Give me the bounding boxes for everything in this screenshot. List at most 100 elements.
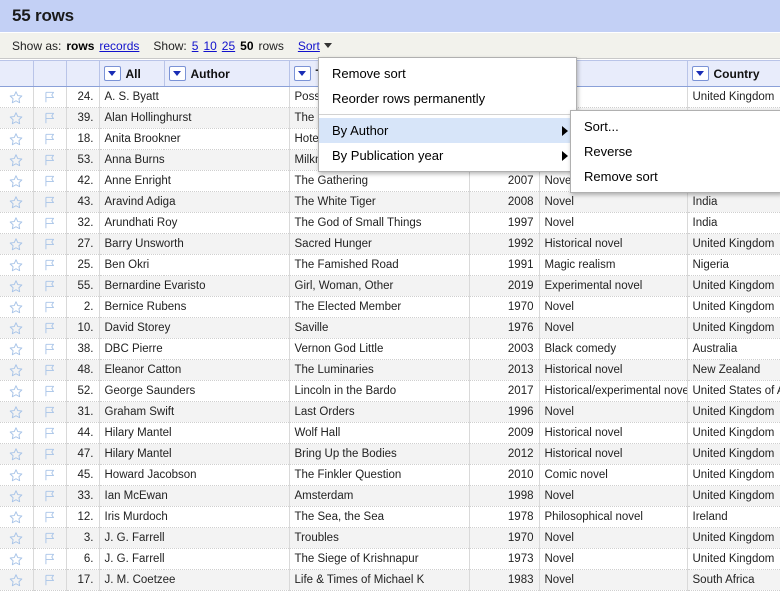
table-row[interactable]: 44. Hilary Mantel Wolf Hall 2009 Historical … [0, 422, 780, 444]
row-author-cell[interactable]: Hilary Mantel [99, 443, 290, 465]
row-flag-cell[interactable] [33, 338, 67, 360]
row-title-cell[interactable]: The Gathering [289, 170, 470, 192]
flag-icon[interactable] [43, 384, 57, 398]
row-country-cell[interactable]: India [687, 212, 780, 234]
star-icon[interactable] [9, 321, 23, 335]
row-title-cell[interactable]: The Famished Road [289, 254, 470, 276]
star-icon[interactable] [9, 510, 23, 524]
row-author-cell[interactable]: Anita Brookner [99, 128, 290, 150]
row-year-cell[interactable]: 2017 [469, 380, 540, 402]
row-author-cell[interactable]: Arundhati Roy [99, 212, 290, 234]
row-flag-cell[interactable] [33, 464, 67, 486]
column-header-author[interactable]: Author [164, 60, 290, 87]
table-row[interactable]: 45. Howard Jacobson The Finkler Question 20… [0, 464, 780, 486]
column-dropdown-country-icon[interactable] [691, 66, 709, 81]
row-title-cell[interactable]: Amsterdam [289, 485, 470, 507]
column-header-all[interactable]: All [99, 60, 165, 87]
row-country-cell[interactable]: United Kingdom [687, 485, 780, 507]
star-icon[interactable] [9, 531, 23, 545]
star-icon[interactable] [9, 132, 23, 146]
row-year-cell[interactable]: 1976 [469, 317, 540, 339]
row-flag-cell[interactable] [33, 527, 67, 549]
star-icon[interactable] [9, 216, 23, 230]
star-icon[interactable] [9, 153, 23, 167]
row-star-cell[interactable] [0, 380, 34, 402]
flag-icon[interactable] [43, 216, 57, 230]
row-title-cell[interactable]: Bring Up the Bodies [289, 443, 470, 465]
row-star-cell[interactable] [0, 464, 34, 486]
flag-icon[interactable] [43, 153, 57, 167]
row-country-cell[interactable]: United Kingdom [687, 401, 780, 423]
row-flag-cell[interactable] [33, 485, 67, 507]
star-icon[interactable] [9, 111, 23, 125]
row-title-cell[interactable]: Sacred Hunger [289, 233, 470, 255]
row-star-cell[interactable] [0, 149, 34, 171]
row-flag-cell[interactable] [33, 443, 67, 465]
star-icon[interactable] [9, 384, 23, 398]
column-dropdown-author-icon[interactable] [168, 66, 186, 81]
row-year-cell[interactable]: 2012 [469, 443, 540, 465]
row-year-cell[interactable]: 2003 [469, 338, 540, 360]
show-as-rows-option[interactable]: rows [66, 39, 94, 53]
row-flag-cell[interactable] [33, 317, 67, 339]
flag-icon[interactable] [43, 132, 57, 146]
sort-menu-item-reorder-rows[interactable]: Reorder rows permanently [319, 86, 576, 111]
flag-icon[interactable] [43, 363, 57, 377]
row-country-cell[interactable]: India [687, 191, 780, 213]
table-row[interactable]: 31. Graham Swift Last Orders 1996 Novel Unite… [0, 401, 780, 423]
row-genre-cell[interactable]: Historical novel [539, 422, 688, 444]
row-genre-cell[interactable]: Historical novel [539, 233, 688, 255]
flag-icon[interactable] [43, 405, 57, 419]
flag-icon[interactable] [43, 342, 57, 356]
row-title-cell[interactable]: The Luminaries [289, 359, 470, 381]
row-title-cell[interactable]: Wolf Hall [289, 422, 470, 444]
row-author-cell[interactable]: Hilary Mantel [99, 422, 290, 444]
row-star-cell[interactable] [0, 128, 34, 150]
row-title-cell[interactable]: Saville [289, 317, 470, 339]
row-star-cell[interactable] [0, 233, 34, 255]
star-icon[interactable] [9, 468, 23, 482]
row-year-cell[interactable]: 2008 [469, 191, 540, 213]
row-country-cell[interactable]: Nigeria [687, 254, 780, 276]
row-title-cell[interactable]: The White Tiger [289, 191, 470, 213]
row-author-cell[interactable]: Ben Okri [99, 254, 290, 276]
star-icon[interactable] [9, 426, 23, 440]
star-icon[interactable] [9, 195, 23, 209]
column-header-country[interactable]: Country [687, 60, 780, 87]
row-country-cell[interactable]: Australia [687, 338, 780, 360]
row-star-cell[interactable] [0, 548, 34, 570]
row-author-cell[interactable]: Bernice Rubens [99, 296, 290, 318]
row-author-cell[interactable]: Bernardine Evaristo [99, 275, 290, 297]
row-author-cell[interactable]: Graham Swift [99, 401, 290, 423]
table-row[interactable]: 17. J. M. Coetzee Life & Times of Michael … [0, 569, 780, 591]
row-star-cell[interactable] [0, 317, 34, 339]
row-year-cell[interactable]: 2013 [469, 359, 540, 381]
table-row[interactable]: 33. Ian McEwan Amsterdam 1998 Novel United Ki… [0, 485, 780, 507]
flag-icon[interactable] [43, 573, 57, 587]
flag-icon[interactable] [43, 552, 57, 566]
row-author-cell[interactable]: Barry Unsworth [99, 233, 290, 255]
table-row[interactable]: 55. Bernardine Evaristo Girl, Woman, Other… [0, 275, 780, 297]
flag-icon[interactable] [43, 447, 57, 461]
row-star-cell[interactable] [0, 212, 34, 234]
flag-icon[interactable] [43, 195, 57, 209]
flag-icon[interactable] [43, 90, 57, 104]
flag-icon[interactable] [43, 174, 57, 188]
row-author-cell[interactable]: Eleanor Catton [99, 359, 290, 381]
star-icon[interactable] [9, 237, 23, 251]
row-star-cell[interactable] [0, 443, 34, 465]
row-genre-cell[interactable]: Historical novel [539, 443, 688, 465]
row-flag-cell[interactable] [33, 149, 67, 171]
row-genre-cell[interactable]: Novel [539, 212, 688, 234]
flag-icon[interactable] [43, 489, 57, 503]
row-country-cell[interactable]: Ireland [687, 506, 780, 528]
row-genre-cell[interactable]: Experimental novel [539, 275, 688, 297]
row-genre-cell[interactable]: Novel [539, 569, 688, 591]
row-country-cell[interactable]: United Kingdom [687, 464, 780, 486]
row-genre-cell[interactable]: Novel [539, 317, 688, 339]
flag-icon[interactable] [43, 468, 57, 482]
column-dropdown-all-icon[interactable] [103, 66, 121, 81]
row-year-cell[interactable]: 1983 [469, 569, 540, 591]
row-year-cell[interactable]: 1970 [469, 527, 540, 549]
star-icon[interactable] [9, 405, 23, 419]
